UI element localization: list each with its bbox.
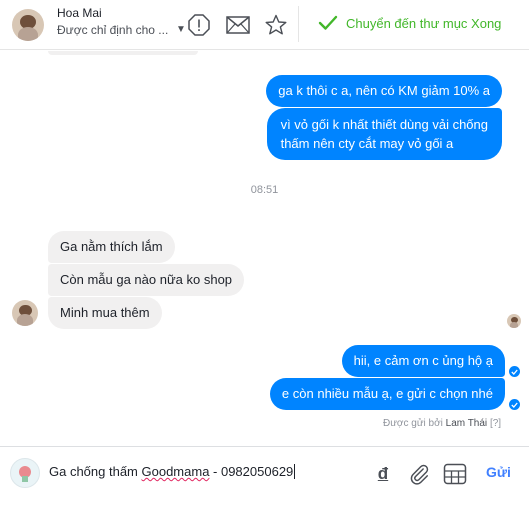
checkmark-icon bbox=[318, 15, 338, 30]
message-bubble-incoming[interactable]: Ga nằm thích lắm bbox=[48, 231, 175, 263]
page-avatar bbox=[10, 458, 40, 488]
conversation-header: Hoa Mai Được chỉ định cho ... ▼ Chuyển đ… bbox=[0, 0, 529, 50]
message-line: thấm nên cty cắt may vỏ gối a bbox=[280, 136, 454, 151]
send-button[interactable]: Gửi bbox=[486, 464, 511, 480]
envelope-icon[interactable] bbox=[226, 13, 250, 37]
text-cursor bbox=[294, 464, 296, 479]
header-divider bbox=[298, 6, 299, 42]
star-icon[interactable] bbox=[264, 13, 288, 37]
contact-avatar-small bbox=[12, 300, 38, 326]
message-input[interactable]: Ga chống thấm Goodmama - 0982050629 bbox=[49, 464, 296, 479]
move-to-done-button[interactable]: Chuyển đến thư mục Xong bbox=[318, 11, 501, 35]
contact-name[interactable]: Hoa Mai bbox=[57, 6, 102, 20]
template-icon[interactable] bbox=[443, 462, 467, 486]
delivered-check-icon bbox=[509, 366, 520, 377]
message-line: vì vỏ gối k nhất thiết dùng vải chống bbox=[280, 117, 488, 132]
sent-by-note: Được gửi bởi Lam Thái [?] bbox=[383, 418, 501, 429]
alert-icon[interactable] bbox=[187, 13, 211, 37]
assignee-dropdown[interactable]: Được chỉ định cho ... bbox=[57, 23, 168, 37]
caret-down-icon[interactable]: ▼ bbox=[176, 24, 186, 35]
message-thread[interactable]: ga k thôi c a, nên có KM giảm 10% a vì v… bbox=[0, 51, 529, 446]
sent-by-prefix: Được gửi bởi bbox=[383, 418, 443, 429]
move-to-done-label: Chuyển đến thư mục Xong bbox=[346, 15, 502, 31]
previous-message-bubble bbox=[48, 51, 198, 55]
message-bubble-incoming[interactable]: Minh mua thêm bbox=[48, 297, 162, 329]
payment-icon[interactable]: đ bbox=[371, 462, 395, 486]
message-timestamp: 08:51 bbox=[250, 184, 279, 196]
message-input-text: Ga chống thấm bbox=[49, 464, 142, 479]
attachment-icon[interactable] bbox=[407, 462, 431, 486]
message-composer: Ga chống thấm Goodmama - 0982050629 đ Gử… bbox=[0, 446, 529, 516]
message-bubble-incoming[interactable]: Còn mẫu ga nào nữa ko shop bbox=[48, 264, 245, 296]
delivered-check-icon bbox=[509, 399, 520, 410]
message-bubble-outgoing[interactable]: ga k thôi c a, nên có KM giảm 10% a bbox=[266, 75, 502, 107]
sent-by-help[interactable]: [?] bbox=[490, 418, 501, 429]
sent-by-name[interactable]: Lam Thái bbox=[446, 418, 488, 429]
message-input-text: - 0982050629 bbox=[209, 464, 294, 479]
contact-avatar[interactable] bbox=[12, 9, 44, 41]
message-bubble-outgoing[interactable]: hii, e cảm ơn c ủng hộ ạ bbox=[341, 345, 505, 377]
message-bubble-outgoing[interactable]: vì vỏ gối k nhất thiết dùng vải chống th… bbox=[266, 108, 502, 160]
message-bubble-outgoing[interactable]: e còn nhiều mẫu ạ, e gửi c chọn nhé bbox=[269, 378, 505, 410]
misspelled-word: Goodmama bbox=[141, 464, 210, 479]
seen-avatar bbox=[507, 314, 521, 328]
